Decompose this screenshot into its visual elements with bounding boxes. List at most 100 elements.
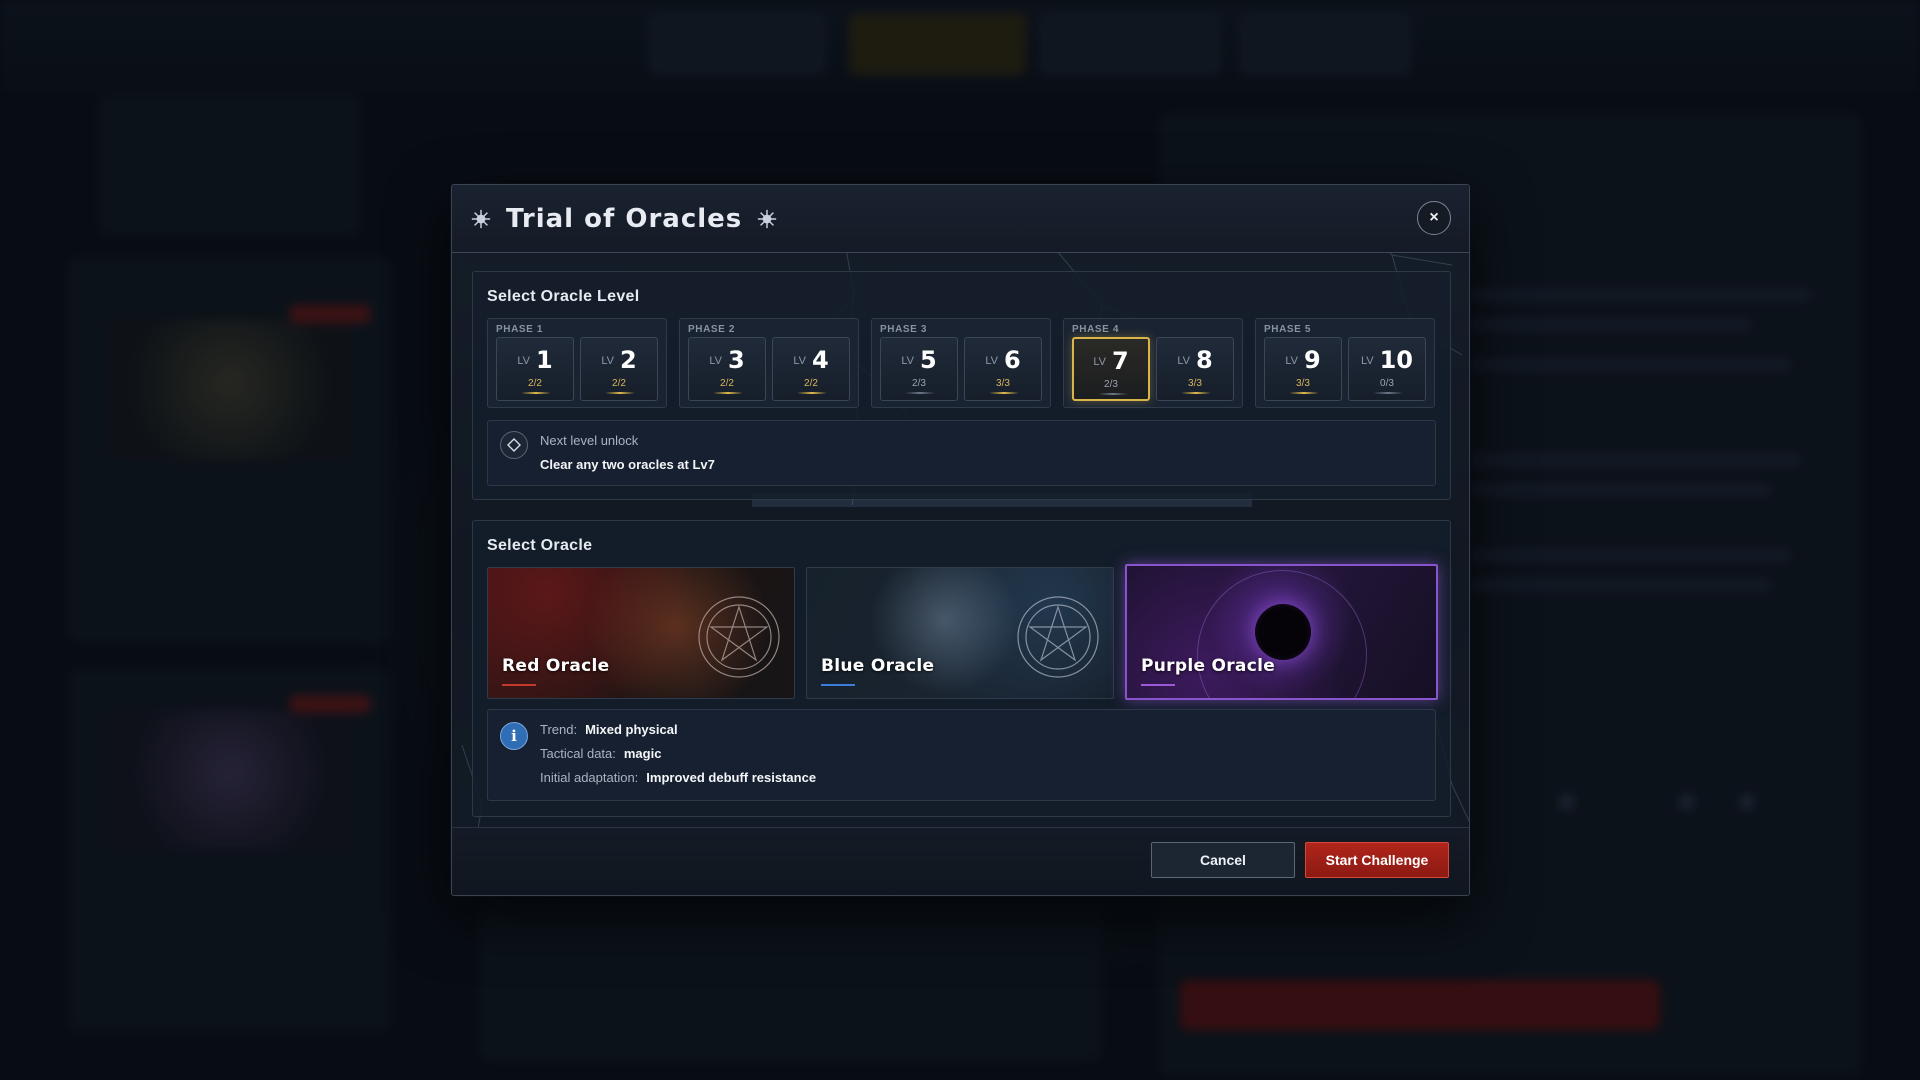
lv-prefix: LV [709, 355, 722, 367]
level-progress: 3/3 [1296, 378, 1310, 389]
phase-label: PHASE 4 [1072, 324, 1119, 335]
dialog-title: Trial of Oracles [506, 204, 743, 234]
level-number: 4 [811, 346, 829, 374]
title-group: Trial of Oracles [470, 203, 778, 235]
level-number: 1 [535, 346, 553, 374]
oracle-section-title: Select Oracle [487, 537, 593, 554]
level-card-4[interactable]: LV 4 2/2 [772, 337, 850, 401]
level-card-9[interactable]: LV 9 3/3 [1264, 337, 1342, 401]
level-underline [1373, 392, 1403, 394]
info-value: magic [623, 746, 662, 761]
dark-orb-icon [1255, 604, 1311, 660]
level-number: 6 [1003, 346, 1021, 374]
level-card-10[interactable]: LV 10 0/3 [1348, 337, 1426, 401]
info-key: Initial adaptation: [540, 770, 639, 785]
oracle-name: Purple Oracle [1141, 656, 1276, 676]
phase-group-2: PHASE 2 LV 3 2/2 LV 4 2/2 [679, 318, 859, 408]
unlock-label: Next level unlock [540, 433, 639, 448]
phase-label: PHASE 3 [880, 324, 927, 335]
info-key: Tactical data: [540, 746, 616, 761]
lv-prefix: LV [601, 355, 614, 367]
level-select-section: Select Oracle Level PHASE 1 LV 1 2/2 LV 2 … [472, 271, 1451, 500]
level-card-5[interactable]: LV 5 2/3 [880, 337, 958, 401]
diamond-icon [500, 431, 528, 459]
level-progress: 0/3 [1380, 378, 1394, 389]
phase-group-3: PHASE 3 LV 5 2/3 LV 6 3/3 [871, 318, 1051, 408]
level-number: 9 [1303, 346, 1321, 374]
lv-prefix: LV [517, 355, 530, 367]
oracle-card-blue[interactable]: Blue Oracle [806, 567, 1114, 699]
oracle-accent-line [1141, 684, 1175, 686]
level-number: 5 [919, 346, 937, 374]
level-underline [713, 392, 743, 394]
lv-prefix: LV [1360, 355, 1374, 367]
info-icon: i [500, 722, 528, 750]
info-value: Improved debuff resistance [646, 770, 817, 785]
pentagram-sigil-icon [698, 596, 780, 678]
info-row-trend: Trend: Mixed physical [540, 722, 678, 737]
level-progress: 2/2 [528, 378, 542, 389]
oracle-card-red[interactable]: Red Oracle [487, 567, 795, 699]
phase-label: PHASE 1 [496, 324, 543, 335]
trial-of-oracles-dialog: Trial of Oracles × Select Oracle Level P… [451, 184, 1470, 896]
close-icon: × [1429, 209, 1439, 226]
level-number: 8 [1195, 346, 1213, 374]
phase-label: PHASE 5 [1264, 324, 1311, 335]
level-underline [989, 392, 1019, 394]
level-underline [1289, 392, 1319, 394]
oracle-accent-line [502, 684, 536, 686]
info-key: Trend: [540, 722, 578, 737]
level-card-1[interactable]: LV 1 2/2 [496, 337, 574, 401]
lv-prefix: LV [901, 355, 914, 367]
level-underline [605, 392, 635, 394]
info-row-adaptation: Initial adaptation: Improved debuff resis… [540, 770, 816, 785]
level-progress: 2/2 [720, 378, 734, 389]
level-card-7[interactable]: LV 7 2/3 [1072, 337, 1150, 401]
info-value: Mixed physical [585, 722, 678, 737]
level-number: 2 [619, 346, 637, 374]
dialog-header: Trial of Oracles × [452, 185, 1469, 253]
level-underline [797, 392, 827, 394]
lv-prefix: LV [985, 355, 998, 367]
phase-label: PHASE 2 [688, 324, 735, 335]
compass-star-icon [471, 209, 491, 229]
level-number: 7 [1111, 347, 1129, 375]
phase-group-4: PHASE 4 LV 7 2/3 LV 8 3/3 [1063, 318, 1243, 408]
lv-prefix: LV [1285, 355, 1298, 367]
level-progress: 2/2 [804, 378, 818, 389]
oracle-name: Red Oracle [502, 656, 610, 676]
level-underline [1181, 392, 1211, 394]
level-number: 3 [727, 346, 745, 374]
phase-group-5: PHASE 5 LV 9 3/3 LV 10 0/3 [1255, 318, 1435, 408]
level-section-title: Select Oracle Level [487, 288, 640, 305]
dialog-footer: Cancel Start Challenge [452, 827, 1469, 895]
level-progress: 3/3 [996, 378, 1010, 389]
lv-prefix: LV [1177, 355, 1190, 367]
oracle-info-box: i Trend: Mixed physical Tactical data: mag… [487, 709, 1436, 801]
level-card-8[interactable]: LV 8 3/3 [1156, 337, 1234, 401]
phase-group-1: PHASE 1 LV 1 2/2 LV 2 2/2 [487, 318, 667, 408]
level-progress: 2/3 [1104, 379, 1118, 390]
start-challenge-button[interactable]: Start Challenge [1305, 842, 1449, 878]
level-underline [1098, 393, 1128, 395]
level-progress: 3/3 [1188, 378, 1202, 389]
unlock-requirement: Clear any two oracles at Lv7 [540, 457, 715, 472]
level-card-6[interactable]: LV 6 3/3 [964, 337, 1042, 401]
oracle-name: Blue Oracle [821, 656, 935, 676]
level-progress: 2/2 [612, 378, 626, 389]
cancel-button[interactable]: Cancel [1151, 842, 1295, 878]
level-number: 10 [1379, 346, 1414, 374]
pentagram-sigil-icon [1017, 596, 1099, 678]
oracle-select-section: Select Oracle Red Oracle Blue Oracle Pur… [472, 520, 1451, 817]
compass-star-icon [758, 209, 777, 229]
level-card-3[interactable]: LV 3 2/2 [688, 337, 766, 401]
level-progress: 2/3 [912, 378, 926, 389]
info-row-tactical: Tactical data: magic [540, 746, 661, 761]
level-card-2[interactable]: LV 2 2/2 [580, 337, 658, 401]
next-unlock-box: Next level unlock Clear any two oracles … [487, 420, 1436, 486]
level-underline [905, 392, 935, 394]
lv-prefix: LV [1093, 356, 1106, 368]
close-button[interactable]: × [1417, 201, 1451, 235]
oracle-accent-line [821, 684, 855, 686]
oracle-card-purple[interactable]: Purple Oracle [1125, 564, 1438, 700]
